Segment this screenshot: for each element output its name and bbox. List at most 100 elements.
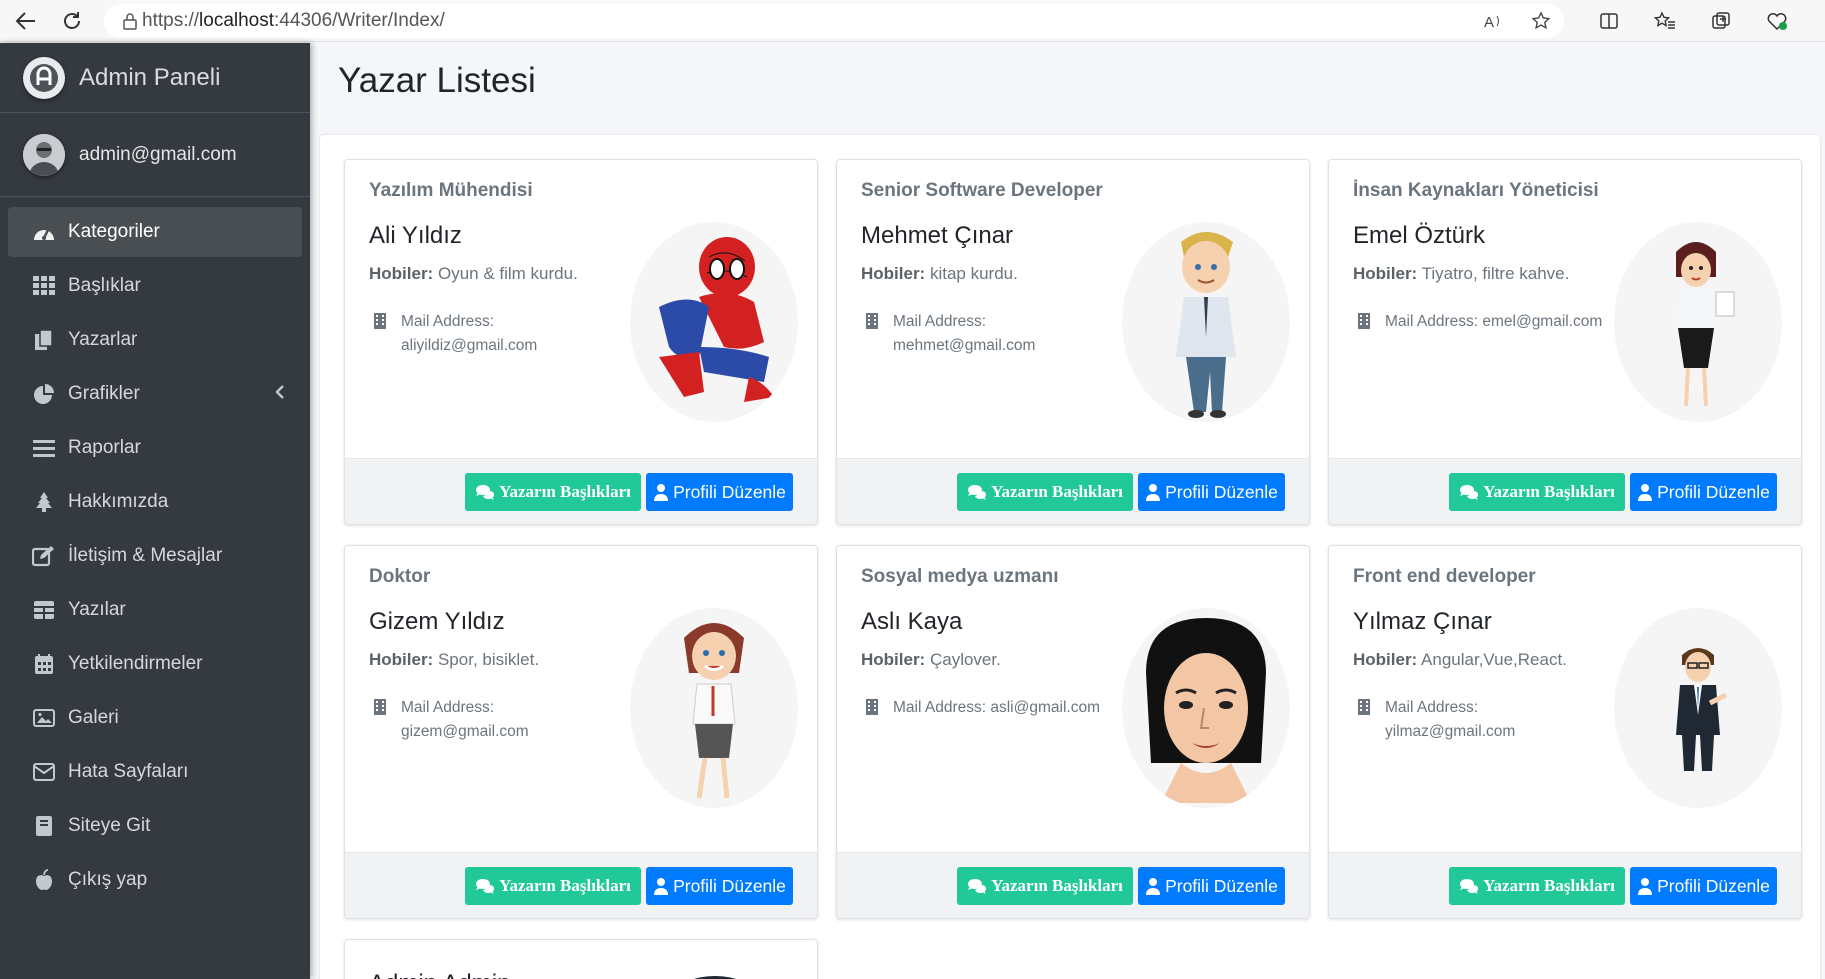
edit-profile-button[interactable]: Profili Düzenle — [646, 867, 793, 905]
page-title: Yazar Listesi — [338, 61, 536, 100]
writer-hobbies: Hobiler: Oyun & film kurdu. — [369, 264, 639, 284]
sidebar-item-label: İletişim & Mesajlar — [68, 545, 223, 566]
svg-text:A: A — [1484, 14, 1494, 31]
favorite-star-icon[interactable] — [1530, 10, 1552, 32]
writer-name: Gizem Yıldız — [369, 608, 505, 635]
chevron-left-icon — [274, 384, 286, 406]
button-label: Yazarın Başlıkları — [1483, 876, 1615, 895]
collections-icon[interactable] — [1710, 10, 1732, 32]
edit-profile-button[interactable]: Profili Düzenle — [1138, 867, 1285, 905]
mail-value: yilmaz@gmail.com — [1385, 723, 1516, 740]
sidebar-item-label: Başlıklar — [68, 275, 141, 296]
mail-label: Mail Address: — [893, 699, 987, 716]
hobby-text: Spor, bisiklet. — [437, 650, 540, 669]
building-icon — [1357, 310, 1375, 338]
button-label: Profili Düzenle — [1657, 875, 1770, 896]
writer-name: Mehmet Çınar — [861, 222, 1014, 249]
back-arrow-icon — [15, 11, 35, 30]
brand-logo-icon — [23, 56, 65, 99]
brand-text: Admin Paneli — [79, 63, 221, 91]
sidebar: Admin Paneli admin@gmail.com Kategoriler… — [0, 43, 310, 979]
writer-titles-button[interactable]: Yazarın Başlıkları — [1449, 867, 1625, 905]
writer-titles-button[interactable]: Yazarın Başlıkları — [957, 867, 1133, 905]
copy-icon — [32, 328, 56, 352]
bars-icon — [32, 436, 56, 460]
writer-card: Admin Admin — [344, 939, 818, 979]
hobby-text: Çaylover. — [929, 650, 1001, 669]
writer-mail: Mail Address: asli@gmail.com — [865, 696, 1145, 724]
user-panel[interactable]: admin@gmail.com — [0, 113, 310, 197]
mail-label: Mail Address: — [893, 313, 987, 330]
writer-hobbies: Hobiler: Çaylover. — [861, 650, 1131, 670]
writer-titles-button[interactable]: Yazarın Başlıkları — [465, 867, 641, 905]
sidebar-item-raporlar[interactable]: Raporlar — [8, 423, 302, 473]
edit-profile-button[interactable]: Profili Düzenle — [1138, 473, 1285, 511]
card-footer: Yazarın Başlıkları Profili Düzenle — [837, 458, 1309, 524]
writer-hobbies: Hobiler: Tiyatro, filtre kahve. — [1353, 264, 1623, 284]
writer-card: Sosyal medya uzmanı Aslı Kaya Hobiler: Ç… — [836, 545, 1310, 919]
sidebar-item-kategoriler[interactable]: Kategoriler — [8, 207, 302, 257]
writer-card: İnsan Kaynakları Yöneticisi Emel Öztürk … — [1328, 159, 1802, 525]
back-button[interactable] — [6, 3, 46, 39]
mail-label: Mail Address: — [1385, 313, 1479, 330]
button-label: Yazarın Başlıkları — [499, 876, 631, 895]
brand-link[interactable]: Admin Paneli — [0, 43, 310, 113]
comments-icon — [1460, 485, 1479, 500]
sidebar-item-label: Grafikler — [68, 383, 140, 404]
writer-card: Senior Software Developer Mehmet Çınar H… — [836, 159, 1310, 525]
refresh-icon — [64, 11, 80, 29]
user-icon — [654, 484, 669, 501]
mail-label: Mail Address: — [1385, 699, 1479, 716]
writer-card: Front end developer Yılmaz Çınar Hobiler… — [1328, 545, 1802, 919]
address-bar[interactable]: https://localhost:44306/Writer/Index/ A — [104, 3, 1564, 38]
writer-role: Front end developer — [1353, 566, 1536, 587]
card-footer: Yazarın Başlıkları Profili Düzenle — [837, 852, 1309, 918]
favorites-icon[interactable] — [1654, 10, 1676, 32]
user-avatar — [23, 133, 65, 176]
card-footer: Yazarın Başlıkları Profili Düzenle — [1329, 852, 1801, 918]
tachometer-icon — [32, 220, 56, 244]
sidebar-item-yetkilendirmeler[interactable]: Yetkilendirmeler — [8, 639, 302, 689]
writer-name: Yılmaz Çınar — [1353, 608, 1492, 635]
user-icon — [1638, 484, 1653, 501]
writer-card: Yazılım Mühendisi Ali Yıldız Hobiler: Oy… — [344, 159, 818, 525]
edit-profile-button[interactable]: Profili Düzenle — [646, 473, 793, 511]
edit-profile-button[interactable]: Profili Düzenle — [1630, 867, 1777, 905]
comments-icon — [1460, 879, 1479, 894]
sidebar-item-cikis[interactable]: Çıkış yap — [8, 855, 302, 905]
button-label: Profili Düzenle — [673, 481, 786, 502]
writer-titles-button[interactable]: Yazarın Başlıkları — [957, 473, 1133, 511]
sidebar-item-yazilar[interactable]: Yazılar — [8, 585, 302, 635]
sidebar-item-hata-sayfalari[interactable]: Hata Sayfaları — [8, 747, 302, 797]
writer-titles-button[interactable]: Yazarın Başlıkları — [1449, 473, 1625, 511]
sidebar-item-label: Raporlar — [68, 437, 141, 458]
sidebar-item-label: Yazarlar — [68, 329, 138, 350]
sidebar-item-hakkimizda[interactable]: Hakkımızda — [8, 477, 302, 527]
split-screen-icon[interactable] — [1598, 10, 1620, 32]
sidebar-item-basliklar[interactable]: Başlıklar — [8, 261, 302, 311]
building-icon — [1357, 696, 1375, 744]
sidebar-item-galeri[interactable]: Galeri — [8, 693, 302, 743]
sidebar-item-yazarlar[interactable]: Yazarlar — [8, 315, 302, 365]
writer-hobbies: Hobiler: Angular,Vue,React. — [1353, 650, 1623, 670]
hobby-label: Hobiler: — [1353, 264, 1418, 283]
tree-icon — [32, 490, 56, 514]
refresh-button[interactable] — [52, 3, 92, 39]
comments-icon — [968, 879, 987, 894]
writer-name: Aslı Kaya — [861, 608, 963, 635]
button-label: Profili Düzenle — [1657, 481, 1770, 502]
sidebar-item-siteye-git[interactable]: Siteye Git — [8, 801, 302, 851]
building-icon — [865, 310, 883, 358]
image-icon — [32, 706, 56, 730]
writer-role: İnsan Kaynakları Yöneticisi — [1353, 180, 1599, 201]
hobby-label: Hobiler: — [369, 264, 434, 283]
read-aloud-icon[interactable]: A — [1482, 10, 1504, 32]
edit-profile-button[interactable]: Profili Düzenle — [1630, 473, 1777, 511]
browser-essentials-icon[interactable] — [1766, 10, 1788, 32]
mail-label: Mail Address: — [401, 313, 495, 330]
writer-avatar — [1122, 222, 1290, 422]
sidebar-item-grafikler[interactable]: Grafikler — [8, 369, 302, 419]
writer-titles-button[interactable]: Yazarın Başlıkları — [465, 473, 641, 511]
mail-value: emel@gmail.com — [1482, 313, 1603, 330]
sidebar-item-iletisim[interactable]: İletişim & Mesajlar — [8, 531, 302, 581]
